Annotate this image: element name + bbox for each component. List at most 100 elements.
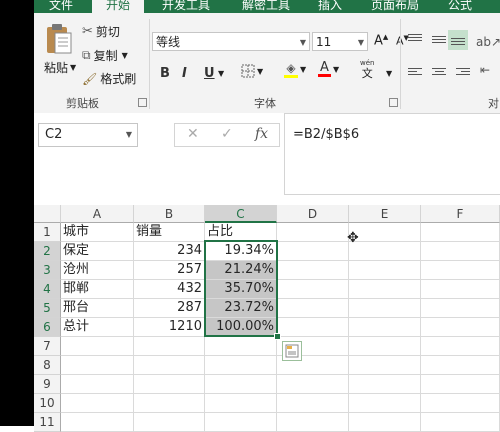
chevron-down-icon[interactable]: ▼: [218, 69, 224, 78]
column-header-d[interactable]: D: [277, 205, 349, 223]
empty-cell[interactable]: [421, 356, 500, 375]
empty-cell[interactable]: [421, 261, 500, 280]
empty-cell[interactable]: [349, 356, 421, 375]
row-header[interactable]: 1: [34, 223, 61, 242]
cell-c5[interactable]: 23.72%: [205, 299, 277, 318]
cell-c2[interactable]: 19.34%: [205, 242, 277, 261]
row-header[interactable]: 6: [34, 318, 61, 337]
empty-cell[interactable]: [205, 375, 277, 394]
align-middle-button[interactable]: [432, 34, 446, 45]
empty-cell[interactable]: [205, 356, 277, 375]
italic-button[interactable]: I: [182, 66, 187, 81]
empty-cell[interactable]: [421, 280, 500, 299]
underline-button[interactable]: U: [204, 66, 215, 81]
empty-cell[interactable]: [134, 356, 205, 375]
column-header-a[interactable]: A: [61, 205, 134, 223]
cell-b5[interactable]: 287: [134, 299, 205, 318]
tab-home[interactable]: 开始: [92, 0, 144, 13]
borders-button[interactable]: ▼: [241, 64, 263, 78]
empty-cell[interactable]: [349, 394, 421, 413]
tab-page-layout[interactable]: 页面布局: [360, 0, 430, 13]
paste-button[interactable]: [44, 23, 76, 55]
row-header[interactable]: 4: [34, 280, 61, 299]
row-header[interactable]: 11: [34, 413, 61, 432]
quick-analysis-button[interactable]: [282, 341, 302, 361]
empty-cell[interactable]: [349, 318, 421, 337]
font-launcher-icon[interactable]: [389, 98, 398, 107]
empty-cell[interactable]: [277, 242, 349, 261]
empty-cell[interactable]: [61, 356, 134, 375]
empty-cell[interactable]: [277, 375, 349, 394]
cell-a3[interactable]: 沧州: [61, 261, 134, 280]
font-color-button[interactable]: A ▼: [318, 61, 339, 77]
enter-icon[interactable]: ✓: [221, 126, 233, 142]
empty-cell[interactable]: [134, 337, 205, 356]
align-center-button[interactable]: [432, 66, 446, 77]
cancel-icon[interactable]: ✕: [187, 126, 199, 142]
cell-a1[interactable]: 城市: [61, 223, 134, 242]
row-header[interactable]: 10: [34, 394, 61, 413]
bold-button[interactable]: B: [160, 66, 170, 81]
empty-cell[interactable]: [349, 223, 421, 242]
row-header[interactable]: 5: [34, 299, 61, 318]
empty-cell[interactable]: [349, 299, 421, 318]
empty-cell[interactable]: [421, 223, 500, 242]
copy-button[interactable]: ⧉ 复制 ▼: [82, 47, 128, 64]
tab-developer[interactable]: 开发工具: [150, 0, 222, 13]
font-family-select[interactable]: 等线 ▼: [152, 32, 310, 51]
phonetic-button[interactable]: wén 文: [360, 59, 374, 80]
empty-cell[interactable]: [421, 413, 500, 432]
align-right-button[interactable]: [456, 66, 470, 77]
empty-cell[interactable]: [349, 337, 421, 356]
cell-c3[interactable]: 21.24%: [205, 261, 277, 280]
empty-cell[interactable]: [205, 337, 277, 356]
cell-b2[interactable]: 234: [134, 242, 205, 261]
empty-cell[interactable]: [205, 413, 277, 432]
chevron-down-icon[interactable]: ▼: [386, 69, 392, 78]
empty-cell[interactable]: [134, 375, 205, 394]
row-header[interactable]: 2: [34, 242, 61, 261]
cell-b6[interactable]: 1210: [134, 318, 205, 337]
cell-a6[interactable]: 总计: [61, 318, 134, 337]
empty-cell[interactable]: [61, 413, 134, 432]
empty-cell[interactable]: [349, 375, 421, 394]
cell-c4[interactable]: 35.70%: [205, 280, 277, 299]
empty-cell[interactable]: [205, 394, 277, 413]
cell-c1[interactable]: 占比: [205, 223, 277, 242]
tab-formulas[interactable]: 公式: [440, 0, 480, 13]
empty-cell[interactable]: [421, 337, 500, 356]
empty-cell[interactable]: [277, 280, 349, 299]
empty-cell[interactable]: [277, 394, 349, 413]
paste-label[interactable]: 粘贴 ▼: [44, 59, 76, 76]
empty-cell[interactable]: [277, 223, 349, 242]
empty-cell[interactable]: [61, 375, 134, 394]
empty-cell[interactable]: [421, 394, 500, 413]
empty-cell[interactable]: [277, 299, 349, 318]
shrink-font-button[interactable]: A▼: [396, 34, 409, 48]
column-header-b[interactable]: B: [134, 205, 205, 223]
cell-a4[interactable]: 邯郸: [61, 280, 134, 299]
tab-decrypt-tools[interactable]: 解密工具: [230, 0, 302, 13]
empty-cell[interactable]: [421, 375, 500, 394]
format-painter-button[interactable]: 🖌 格式刷: [82, 70, 136, 87]
empty-cell[interactable]: [277, 413, 349, 432]
row-header[interactable]: 7: [34, 337, 61, 356]
empty-cell[interactable]: [61, 337, 134, 356]
decrease-indent-button[interactable]: ⇤: [480, 63, 490, 77]
clipboard-launcher-icon[interactable]: [138, 98, 147, 107]
row-header[interactable]: 8: [34, 356, 61, 375]
tab-file[interactable]: 文件: [36, 0, 86, 13]
column-header-c[interactable]: C: [205, 205, 277, 223]
fill-handle[interactable]: [274, 333, 281, 340]
align-left-button[interactable]: [408, 66, 422, 77]
cell-b1[interactable]: 销量: [134, 223, 205, 242]
orientation-button[interactable]: ab↗: [476, 35, 500, 49]
fill-color-button[interactable]: ◈ ▼: [284, 61, 306, 78]
align-top-button[interactable]: [408, 32, 422, 43]
align-bottom-button[interactable]: [448, 30, 468, 50]
empty-cell[interactable]: [277, 261, 349, 280]
empty-cell[interactable]: [134, 413, 205, 432]
cell-b4[interactable]: 432: [134, 280, 205, 299]
grow-font-button[interactable]: A▲: [374, 33, 388, 48]
row-header[interactable]: 3: [34, 261, 61, 280]
